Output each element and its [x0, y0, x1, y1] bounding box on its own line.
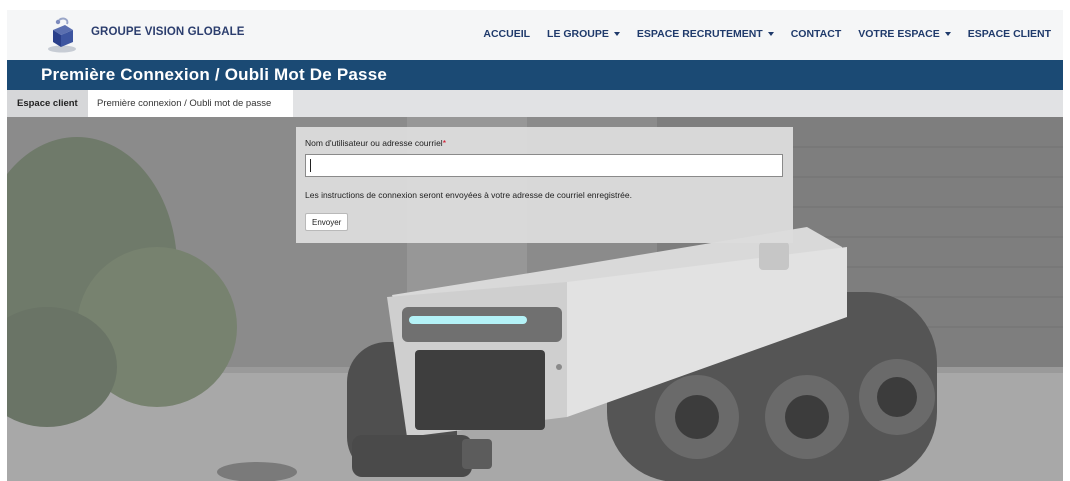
- main-menu: ACCUEIL LE GROUPE ESPACE RECRUTEMENT CON…: [466, 28, 1051, 40]
- breadcrumb: Espace client Première connexion / Oubli…: [7, 90, 1063, 117]
- top-navbar: GROUPE VISION GLOBALE ACCUEIL LE GROUPE …: [7, 10, 1063, 60]
- page-frame: GROUPE VISION GLOBALE ACCUEIL LE GROUPE …: [7, 10, 1063, 481]
- title-band: Première Connexion / Oubli Mot De Passe: [7, 60, 1063, 90]
- username-email-input[interactable]: [305, 154, 783, 177]
- breadcrumb-current: Première connexion / Oubli mot de passe: [88, 90, 293, 117]
- chevron-down-icon: [613, 32, 620, 36]
- nav-le-groupe[interactable]: LE GROUPE: [547, 28, 620, 40]
- chevron-down-icon: [944, 32, 951, 36]
- nav-espace-recrutement-label: ESPACE RECRUTEMENT: [636, 28, 763, 40]
- password-reset-form: Nom d'utilisateur ou adresse courriel* L…: [296, 127, 793, 243]
- nav-espace-recrutement[interactable]: ESPACE RECRUTEMENT: [637, 28, 774, 40]
- nav-accueil-label: ACCUEIL: [483, 28, 531, 40]
- nav-votre-espace-label: VOTRE ESPACE: [858, 28, 940, 40]
- nav-espace-client-label: ESPACE CLIENT: [967, 28, 1051, 40]
- nav-accueil[interactable]: ACCUEIL: [483, 28, 530, 40]
- chevron-down-icon: [767, 32, 774, 36]
- page-title: Première Connexion / Oubli Mot De Passe: [41, 65, 387, 84]
- nav-contact-label: CONTACT: [790, 28, 842, 40]
- cube-logo-icon[interactable]: [45, 16, 79, 54]
- nav-le-groupe-label: LE GROUPE: [547, 28, 609, 40]
- nav-contact[interactable]: CONTACT: [791, 28, 842, 40]
- submit-button[interactable]: Envoyer: [305, 213, 349, 231]
- required-marker: *: [442, 138, 446, 148]
- username-field-label: Nom d'utilisateur ou adresse courriel*: [305, 138, 446, 148]
- nav-votre-espace[interactable]: VOTRE ESPACE: [858, 28, 951, 40]
- instructions-text: Les instructions de connexion seront env…: [305, 190, 632, 200]
- breadcrumb-home-link[interactable]: Espace client: [7, 90, 88, 117]
- text-caret: [310, 159, 311, 172]
- brand-name[interactable]: GROUPE VISION GLOBALE: [91, 26, 245, 38]
- username-label-text: Nom d'utilisateur ou adresse courriel: [305, 138, 443, 148]
- nav-espace-client[interactable]: ESPACE CLIENT: [968, 28, 1051, 40]
